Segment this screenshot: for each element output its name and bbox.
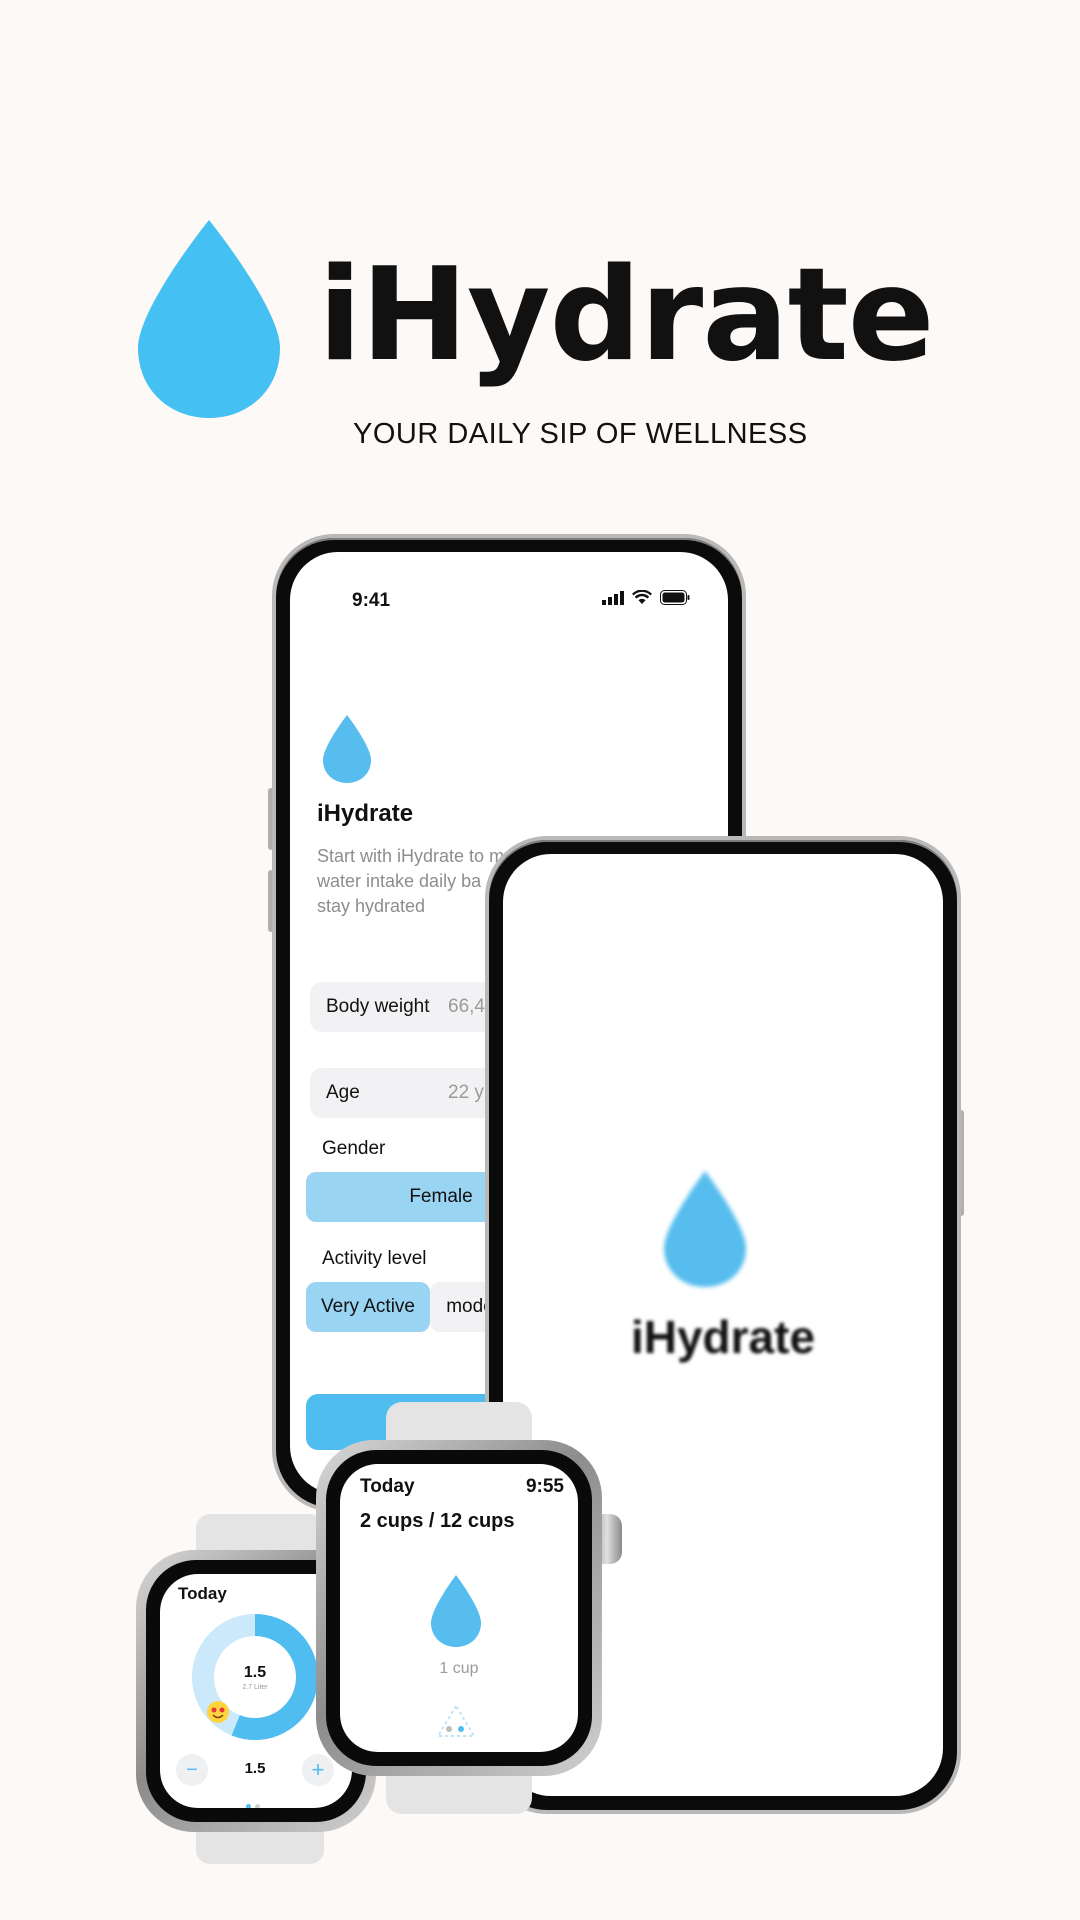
cups-summary: 2 cups / 12 cups (360, 1510, 515, 1532)
brand-tagline: YOUR DAILY SIP OF WELLNESS (353, 418, 808, 450)
cup-outline-icon (436, 1704, 476, 1737)
emoji-face-icon (207, 1701, 229, 1723)
body-weight-label: Body weight (326, 996, 430, 1017)
ring-sub: 2.7 Liter (242, 1684, 268, 1691)
watch-day: Today (360, 1476, 415, 1497)
brand-title: iHydrate (318, 241, 935, 390)
page-dot (446, 1726, 452, 1732)
status-time: 9:41 (352, 590, 391, 611)
body-weight-value: 66,4 (448, 996, 485, 1017)
age-value: 22 y (448, 1082, 484, 1103)
page-dot (255, 1804, 260, 1808)
battery-icon (660, 590, 690, 605)
gender-label: Gender (322, 1138, 386, 1159)
watch-day: Today (178, 1584, 227, 1603)
wifi-icon (632, 590, 652, 604)
cup-amount-label: 1 cup (439, 1660, 479, 1677)
ring-value: 1.5 (243, 1664, 267, 1681)
activity-level-label: Activity level (322, 1248, 427, 1269)
app-title: iHydrate (317, 800, 414, 827)
watch-time: 9:55 (525, 1476, 564, 1497)
page-dot-active (246, 1804, 251, 1808)
splash-app-name: iHydrate (630, 1311, 816, 1363)
decrease-button[interactable]: − (176, 1754, 208, 1786)
page-dot-active (458, 1726, 464, 1732)
status-icons (602, 590, 690, 605)
large-watch-screen: Today 9:55 2 cups / 12 cups 1 cup (340, 1464, 578, 1752)
stepper-value: 1.5 (244, 1760, 266, 1777)
water-drop-logo-icon (138, 220, 280, 418)
cellular-signal-icon (602, 590, 624, 605)
age-label: Age (326, 1082, 360, 1103)
water-drop-icon (664, 1171, 746, 1287)
add-cup-drop-icon[interactable] (430, 1574, 482, 1648)
water-drop-icon (323, 715, 371, 783)
large-watch: Today 9:55 2 cups / 12 cups 1 cup (316, 1440, 602, 1776)
increase-button[interactable]: + (302, 1754, 334, 1786)
activity-very-active-option[interactable]: Very Active (306, 1282, 430, 1332)
intro-text: Start with iHydrate to m water intake da… (317, 846, 505, 916)
